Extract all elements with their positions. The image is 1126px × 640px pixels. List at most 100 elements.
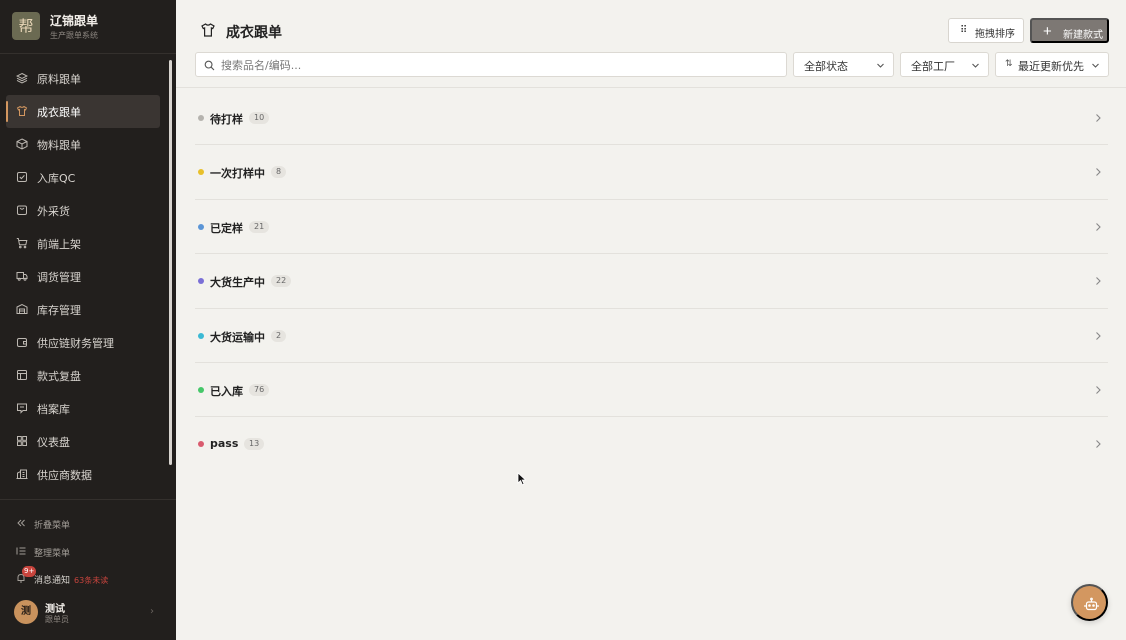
sidebar-item-qc[interactable]: 入库QC <box>6 161 160 194</box>
sort-order-select[interactable]: ⇅ 最近更新优先 <box>995 52 1109 77</box>
user-name: 测试 <box>45 604 65 615</box>
status-group-label: 大货生产中 <box>210 276 265 290</box>
status-filter-select[interactable]: 全部状态 <box>793 52 894 77</box>
status-group-count: 21 <box>249 220 270 233</box>
status-group-label: 待打样 <box>210 113 243 126</box>
sidebar-item-label: 款式复盘 <box>37 370 81 383</box>
dashboard-icon <box>16 435 28 447</box>
sort-order-value: 最近更新优先 <box>1018 60 1084 73</box>
organize-menu-label: 整理菜单 <box>34 549 71 559</box>
double-chevron-left-icon <box>17 519 25 527</box>
drag-sort-button[interactable]: ⠿ 拖拽排序 <box>948 18 1024 43</box>
sidebar-item-review[interactable]: 款式复盘 <box>6 359 160 392</box>
factory-filter-select[interactable]: 全部工厂 <box>900 52 989 77</box>
status-group-row[interactable]: 已入库 76 <box>195 363 1108 418</box>
box-icon <box>16 138 28 150</box>
chevron-down-icon <box>877 63 884 68</box>
new-style-label: 新建款式 <box>1063 30 1103 41</box>
sidebar-nav: 原料跟单 成衣跟单 物料跟单 入库QC 外采货 前端上架 调货管理 库存管理 供… <box>6 62 160 491</box>
status-group-row[interactable]: 待打样 10 <box>195 91 1108 146</box>
chevron-right-icon <box>1096 386 1101 394</box>
user-role: 跟单员 <box>45 615 69 624</box>
sidebar-item-label: 入库QC <box>37 172 76 185</box>
cart-icon <box>16 237 28 249</box>
table-icon <box>16 369 28 381</box>
brand-logo[interactable]: 帮 <box>12 12 40 40</box>
status-dot <box>198 386 204 393</box>
chevron-down-icon <box>972 63 979 68</box>
sidebar-item-listing[interactable]: 前端上架 <box>6 227 160 260</box>
status-group-row[interactable]: 一次打样中 8 <box>195 145 1108 200</box>
sidebar-item-dashboard[interactable]: 仪表盘 <box>6 425 160 458</box>
search-box[interactable] <box>195 52 787 77</box>
chevron-right-icon <box>1096 440 1101 449</box>
status-group-count: 76 <box>249 383 270 396</box>
sidebar-item-label: 外采货 <box>37 205 70 218</box>
chevron-right-icon <box>1096 277 1101 286</box>
chevron-right-icon <box>1096 114 1101 122</box>
wallet-icon <box>16 336 28 348</box>
sidebar-item-materials[interactable]: 物料跟单 <box>6 128 160 161</box>
robot-icon <box>1084 597 1099 611</box>
sidebar-item-archive[interactable]: 档案库 <box>6 392 160 425</box>
sidebar-item-label: 调货管理 <box>37 271 81 284</box>
avatar: 测 <box>14 600 38 624</box>
brand: 帮 辽锦跟单 生产跟单系统 <box>0 0 176 54</box>
sidebar-scrollbar[interactable] <box>169 60 172 465</box>
status-group-label: 已入库 <box>210 384 243 398</box>
brand-subtitle: 生产跟单系统 <box>50 31 98 40</box>
mouse-cursor-icon <box>517 472 527 486</box>
status-group-row[interactable]: 大货运输中 2 <box>195 309 1108 363</box>
status-group-list: 待打样 10 一次打样中 8 已定样 21 大货生产中 22 大货运输中 2 已… <box>195 91 1108 472</box>
status-dot <box>198 115 204 121</box>
sidebar-item-label: 原料跟单 <box>37 73 81 86</box>
unread-count: 63条未读 <box>74 576 109 585</box>
collapse-menu-label: 折叠菜单 <box>34 521 71 531</box>
sidebar-item-transfer[interactable]: 调货管理 <box>6 260 160 293</box>
sidebar-item-supplier[interactable]: 供应商数据 <box>6 458 160 491</box>
status-group-label: pass <box>210 437 239 451</box>
layers-icon <box>16 72 28 84</box>
status-group-label: 一次打样中 <box>210 167 265 181</box>
notifications-label: 消息通知 <box>34 576 71 586</box>
status-group-count: 2 <box>271 329 287 342</box>
status-group-count: 8 <box>271 166 287 179</box>
status-dot <box>198 332 204 339</box>
sidebar-item-label: 前端上架 <box>37 238 81 251</box>
user-profile[interactable]: 测 测试 跟单员 › <box>0 596 176 628</box>
status-group-count: 22 <box>271 275 292 288</box>
sidebar-footer: 折叠菜单 整理菜单 9+ 消息通知 63条未读 <box>0 499 176 586</box>
drag-handle-icon: ⠿ <box>960 25 967 36</box>
sidebar-item-label: 物料跟单 <box>37 139 81 152</box>
status-dot <box>198 441 204 448</box>
sidebar-item-garment[interactable]: 成衣跟单 <box>6 95 160 128</box>
building-icon <box>16 468 28 480</box>
chevron-right-icon <box>1096 168 1101 177</box>
bag-icon <box>16 204 28 216</box>
sidebar-item-raw-material[interactable]: 原料跟单 <box>6 62 160 95</box>
status-dot <box>198 278 204 285</box>
status-group-count: 10 <box>249 112 270 124</box>
sidebar-item-finance[interactable]: 供应链财务管理 <box>6 326 160 359</box>
chevron-right-icon <box>1096 331 1101 340</box>
plus-icon: + <box>1043 23 1052 40</box>
sidebar-item-label: 供应链财务管理 <box>37 337 114 350</box>
status-group-row[interactable]: 已定样 21 <box>195 200 1108 255</box>
new-style-button[interactable]: + 新建款式 <box>1030 18 1109 43</box>
search-input[interactable] <box>221 57 776 73</box>
chevron-right-icon: › <box>150 606 154 617</box>
assistant-fab-button[interactable] <box>1071 584 1108 621</box>
page-title: 成衣跟单 <box>226 25 282 41</box>
status-dot <box>198 169 204 176</box>
status-group-label: 大货运输中 <box>210 330 265 344</box>
sidebar-item-inventory[interactable]: 库存管理 <box>6 293 160 326</box>
sidebar-item-purchase[interactable]: 外采货 <box>6 194 160 227</box>
status-group-row[interactable]: pass 13 <box>195 417 1108 471</box>
sidebar-item-label: 成衣跟单 <box>37 106 81 119</box>
chevron-right-icon <box>1096 222 1101 231</box>
warehouse-icon <box>16 303 28 315</box>
page-header: 成衣跟单 ⠿ 拖拽排序 + 新建款式 全部状态 全部工厂 ⇅ 最近更新优先 <box>176 0 1126 88</box>
status-group-row[interactable]: 大货生产中 22 <box>195 254 1108 309</box>
status-group-label: 已定样 <box>210 221 243 235</box>
brand-title: 辽锦跟单 <box>50 14 99 28</box>
